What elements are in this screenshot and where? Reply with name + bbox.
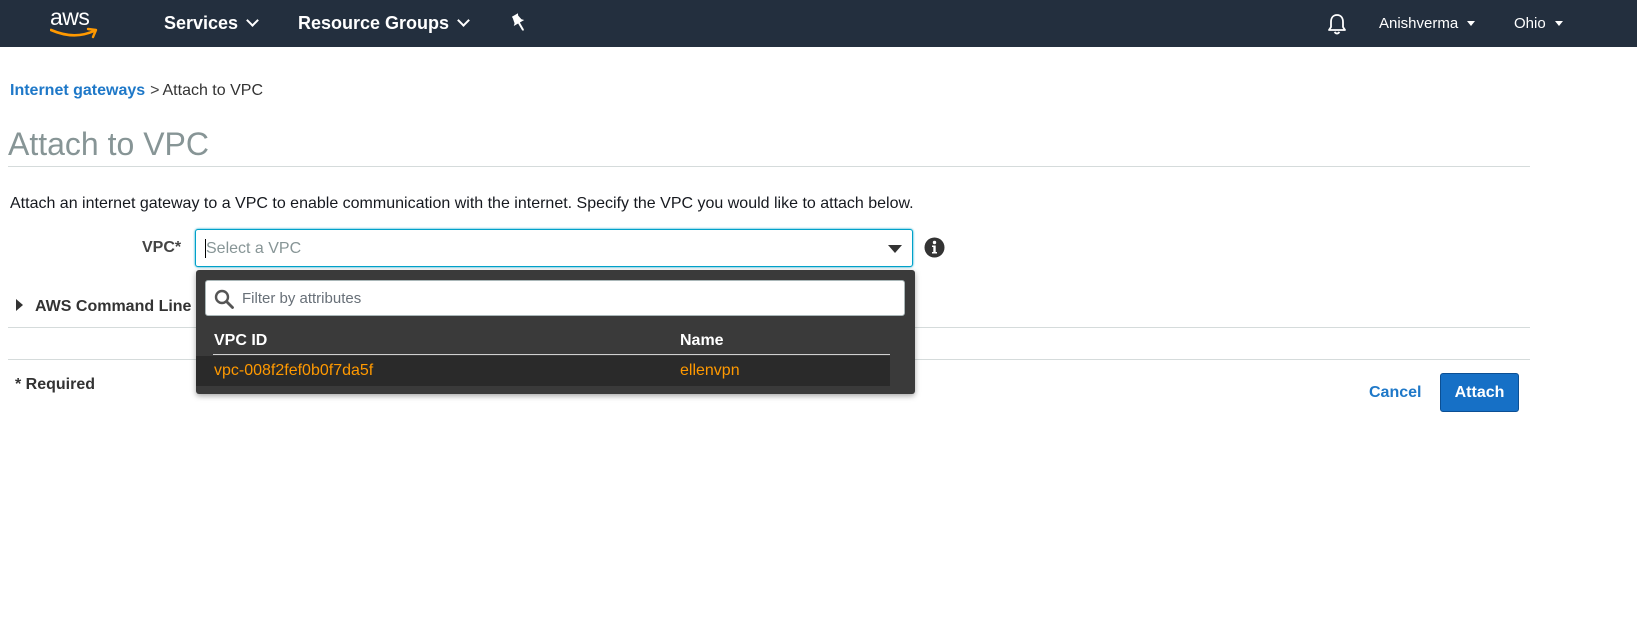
vpc-dropdown-panel: VPC ID Name vpc-008f2fef0b0f7da5f ellenv… [196,270,915,394]
page-title: Attach to VPC [8,126,209,162]
page-description: Attach an internet gateway to a VPC to e… [10,195,914,212]
title-divider [8,166,1530,167]
header-divider [213,354,890,355]
cancel-button[interactable]: Cancel [1369,383,1421,403]
pin-icon[interactable] [510,13,528,33]
services-menu[interactable]: Services [164,12,259,34]
caret-down-icon [1467,21,1476,26]
required-note: * Required [15,376,96,393]
account-name: Anishverma [1379,15,1459,32]
chevron-down-icon [246,14,259,27]
services-label: Services [164,13,239,33]
caret-down-icon [1554,21,1563,26]
column-header-vpc-id: VPC ID [214,332,268,349]
resource-groups-label: Resource Groups [298,13,450,33]
aws-cli-expander[interactable]: AWS Command Line [16,296,191,318]
vpc-field-label: VPC* [142,239,182,256]
search-icon [214,289,234,309]
vpc-select[interactable]: Select a VPC [195,229,913,267]
resource-groups-menu[interactable]: Resource Groups [298,12,470,34]
breadcrumb: Internet gateways > Attach to VPC [10,81,263,101]
vpc-filter-field[interactable] [205,280,905,316]
bell-icon[interactable] [1327,13,1347,35]
text-cursor [205,239,206,258]
column-header-name: Name [680,332,724,349]
info-icon[interactable] [924,237,945,258]
vpc-option-name: ellenvpn [680,362,740,379]
breadcrumb-internet-gateways[interactable]: Internet gateways [10,82,145,99]
region-menu[interactable]: Ohio [1514,14,1563,34]
vpc-select-placeholder: Select a VPC [206,240,302,257]
breadcrumb-separator: > [150,82,160,99]
top-nav-bar: aws Services Resource Groups Anishverma … [0,0,1637,47]
breadcrumb-current: Attach to VPC [162,82,264,99]
account-menu[interactable]: Anishverma [1379,14,1476,34]
aws-logo[interactable]: aws [50,4,102,40]
vpc-filter-input[interactable] [242,287,892,309]
region-name: Ohio [1514,15,1546,32]
attach-button[interactable]: Attach [1440,373,1519,412]
aws-cli-label: AWS Command Line [35,298,192,315]
chevron-down-icon [457,14,470,27]
vpc-option-id: vpc-008f2fef0b0f7da5f [214,362,374,379]
smile-arrow-icon [50,27,98,39]
caret-right-icon [16,299,23,311]
vpc-option-row[interactable]: vpc-008f2fef0b0f7da5f ellenvpn [196,356,890,386]
dropdown-arrow-icon [888,245,902,253]
